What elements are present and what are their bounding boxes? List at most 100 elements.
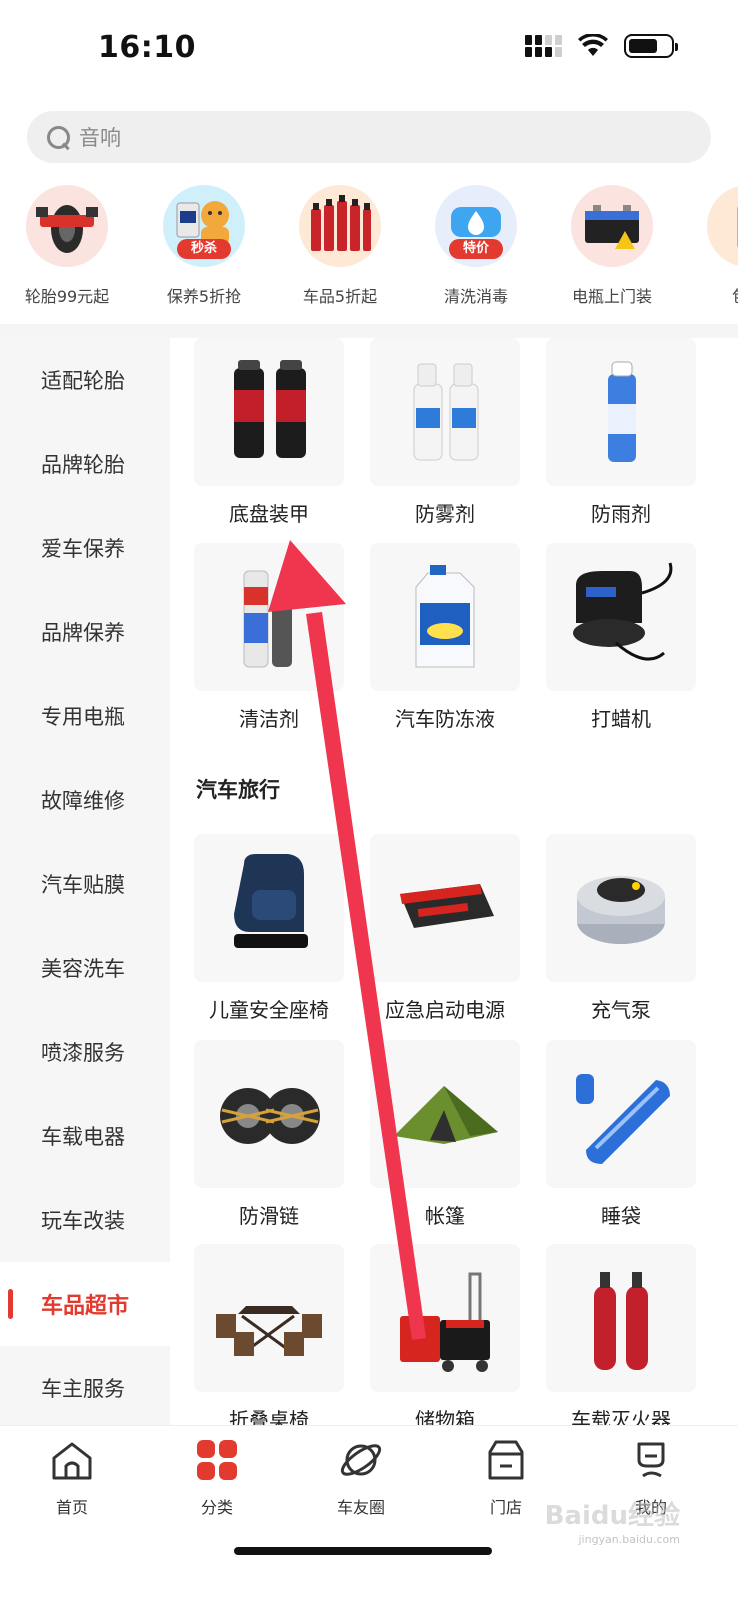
app-screen: 16:10 音响 轮胎99元起 秒杀 保养5折抢 车品5折起 特价 清洗消毒 电… (0, 0, 738, 1600)
sidebar-item-label: 汽车贴膜 (41, 873, 125, 897)
search-icon (43, 122, 73, 152)
sidebar-item-car-maintenance[interactable]: 爱车保养 (0, 506, 170, 590)
active-indicator (8, 1289, 13, 1319)
sidebar-item-paint[interactable]: 喷漆服务 (0, 1010, 170, 1094)
storage-cart-icon (370, 1244, 520, 1392)
product-rain-repellent[interactable]: 防雨剂 (546, 338, 696, 527)
promo-item-car-products[interactable]: 车品5折起 (270, 185, 410, 307)
sidebar-item-brand-maintenance[interactable]: 品牌保养 (0, 590, 170, 674)
promo-item-maintenance[interactable]: 秒杀 保养5折抢 (134, 185, 274, 307)
promo-item-annual[interactable]: 包年 (678, 185, 738, 307)
status-time: 16:10 (98, 30, 196, 65)
cellular-signal-icon (525, 35, 562, 57)
product-air-pump[interactable]: 充气泵 (546, 834, 696, 1023)
product-name: 防雾剂 (415, 502, 475, 526)
product-chassis-armor[interactable]: 底盘装甲 (194, 338, 344, 527)
planet-icon (340, 1444, 382, 1476)
product-name: 汽车防冻液 (395, 707, 495, 731)
sidebar-item-car-wash[interactable]: 美容洗车 (0, 926, 170, 1010)
section-divider (0, 324, 738, 338)
watermark-logo: Baidu经验 (544, 1501, 680, 1531)
product-grid-panel: 底盘装甲 防雾剂 防雨剂 清洁剂 汽车防冻液 打蜡机 汽车旅行 儿童安全座椅 应… (170, 338, 738, 1425)
tire-icon (26, 185, 108, 267)
sidebar-item-label: 喷漆服务 (41, 1041, 125, 1065)
sidebar-item-window-film[interactable]: 汽车贴膜 (0, 842, 170, 926)
product-jump-starter[interactable]: 应急启动电源 (370, 834, 520, 1023)
product-child-seat[interactable]: 儿童安全座椅 (194, 834, 344, 1023)
tab-label: 门店 (489, 1498, 522, 1517)
category-sidebar: 适配轮胎 品牌轮胎 爱车保养 品牌保养 专用电瓶 故障维修 汽车贴膜 美容洗车 … (0, 338, 170, 1430)
promo-label: 清洗消毒 (443, 287, 508, 306)
chassis-armor-spray-icon (194, 338, 344, 486)
sidebar-item-modification[interactable]: 玩车改装 (0, 1178, 170, 1262)
rain-repellent-spray-icon (546, 338, 696, 486)
polisher-icon (546, 543, 696, 691)
tab-store[interactable]: 门店 (456, 1436, 556, 1518)
product-folding-table[interactable]: 折叠桌椅 (194, 1244, 344, 1425)
product-name: 充气泵 (591, 998, 651, 1022)
product-name: 应急启动电源 (385, 998, 505, 1022)
search-placeholder: 音响 (79, 126, 121, 150)
sidebar-item-label: 车载电器 (41, 1125, 125, 1149)
product-name: 儿童安全座椅 (209, 998, 329, 1022)
tab-community[interactable]: 车友圈 (311, 1436, 411, 1518)
store-icon (488, 1440, 524, 1480)
promo-item-tires[interactable]: 轮胎99元起 (0, 185, 137, 307)
product-tent[interactable]: 帐篷 (370, 1040, 520, 1229)
sidebar-item-label: 专用电瓶 (41, 705, 125, 729)
product-name: 防滑链 (239, 1204, 299, 1228)
promo-row: 轮胎99元起 秒杀 保养5折抢 车品5折起 特价 清洗消毒 电瓶上门装 (0, 185, 738, 315)
battery-icon (624, 34, 678, 58)
child-seat-icon (194, 834, 344, 982)
product-fire-extinguisher[interactable]: 车载灭火器 (546, 1244, 696, 1425)
snow-chains-icon (194, 1040, 344, 1188)
sidebar-item-label: 品牌保养 (41, 621, 125, 645)
promo-label: 车品5折起 (302, 287, 378, 306)
sidebar-item-owner-services[interactable]: 车主服务 (0, 1346, 170, 1430)
wifi-icon (578, 34, 608, 56)
product-name: 打蜡机 (591, 707, 651, 731)
sleeping-bag-icon (546, 1040, 696, 1188)
product-snow-chains[interactable]: 防滑链 (194, 1040, 344, 1229)
sidebar-item-electronics[interactable]: 车载电器 (0, 1094, 170, 1178)
product-name: 睡袋 (601, 1204, 641, 1228)
tab-category[interactable]: 分类 (167, 1436, 267, 1518)
product-name: 储物箱 (415, 1408, 475, 1425)
promo-label: 包年 (732, 283, 738, 307)
sidebar-item-repair[interactable]: 故障维修 (0, 758, 170, 842)
tab-home[interactable]: 首页 (22, 1436, 122, 1518)
search-bar[interactable]: 音响 (27, 111, 711, 163)
product-name: 清洁剂 (239, 707, 299, 731)
product-antifreeze[interactable]: 汽车防冻液 (370, 543, 520, 732)
product-name: 车载灭火器 (571, 1408, 671, 1425)
sidebar-item-fitted-tires[interactable]: 适配轮胎 (0, 338, 170, 422)
promo-item-cleaning[interactable]: 特价 清洗消毒 (406, 185, 546, 307)
sidebar-item-label: 车主服务 (41, 1377, 125, 1401)
oil-can-icon (707, 185, 738, 267)
sidebar-item-label: 品牌轮胎 (41, 453, 125, 477)
product-storage-cart[interactable]: 储物箱 (370, 1244, 520, 1425)
sidebar-item-car-supermarket[interactable]: 车品超市 (0, 1262, 170, 1346)
sidebar-item-label: 适配轮胎 (41, 369, 125, 393)
category-icon (197, 1440, 237, 1480)
sidebar-item-brand-tires[interactable]: 品牌轮胎 (0, 422, 170, 506)
status-icons (525, 34, 678, 58)
product-sleeping-bag[interactable]: 睡袋 (546, 1040, 696, 1229)
anti-fog-spray-icon (370, 338, 520, 486)
product-name: 防雨剂 (591, 502, 651, 526)
tab-label: 分类 (200, 1498, 233, 1517)
additive-bottles-icon (299, 185, 381, 267)
cleaner-spray-icon (194, 543, 344, 691)
product-polisher[interactable]: 打蜡机 (546, 543, 696, 732)
tab-label: 车友圈 (336, 1498, 385, 1517)
promo-badge: 秒杀 (177, 239, 231, 259)
promo-item-battery[interactable]: 电瓶上门装 (542, 185, 682, 307)
promo-label: 轮胎99元起 (24, 287, 110, 306)
status-bar: 16:10 (0, 0, 738, 100)
product-cleaner[interactable]: 清洁剂 (194, 543, 344, 732)
sidebar-item-batteries[interactable]: 专用电瓶 (0, 674, 170, 758)
sidebar-item-label: 玩车改装 (41, 1209, 125, 1233)
folding-table-icon (194, 1244, 344, 1392)
promo-badge: 特价 (449, 239, 503, 259)
product-anti-fog[interactable]: 防雾剂 (370, 338, 520, 527)
